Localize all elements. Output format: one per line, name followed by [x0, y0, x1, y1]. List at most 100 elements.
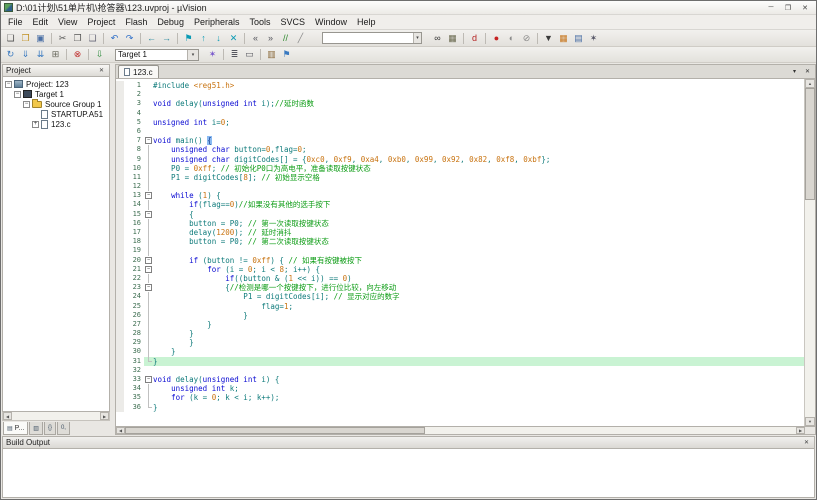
cut-icon[interactable]: ✂	[55, 32, 70, 45]
menu-item-help[interactable]: Help	[352, 15, 381, 29]
scroll-track[interactable]	[12, 412, 100, 420]
code-text[interactable]	[153, 90, 804, 99]
close-button[interactable]: ✕	[797, 2, 813, 13]
menu-item-flash[interactable]: Flash	[120, 15, 152, 29]
indent-right-icon[interactable]: »	[263, 32, 278, 45]
breakpoint-margin[interactable]	[116, 320, 124, 329]
breakpoint-margin[interactable]	[116, 173, 124, 182]
code-text[interactable]	[153, 109, 804, 118]
breakpoint-kill-icon[interactable]: ⊘	[519, 32, 534, 45]
tab-123c[interactable]: 123.c	[118, 65, 159, 78]
hscroll-thumb[interactable]	[125, 427, 425, 434]
code-text[interactable]: if(flag==0)//如果没有其他的选手按下	[153, 200, 804, 209]
code-text[interactable]: for (i = 0; i < 8; i++) {	[153, 265, 804, 274]
code-text[interactable]: {	[153, 210, 804, 219]
nav-forward-icon[interactable]: →	[159, 32, 174, 45]
code-text[interactable]: }	[153, 347, 804, 356]
code-text[interactable]: void delay(unsigned int i);//延时函数	[153, 99, 804, 108]
open-folder-icon[interactable]: ❒	[18, 32, 33, 45]
code-text[interactable]: void delay(unsigned int i) {	[153, 375, 804, 384]
code-text[interactable]: #include <reg51.h>	[153, 81, 804, 90]
manage-books-icon[interactable]: ▥	[264, 48, 279, 61]
minimize-button[interactable]: ─	[763, 2, 779, 13]
panel-tab-3[interactable]: 0,	[57, 422, 70, 435]
target-select[interactable]: Target 1 ▾	[115, 49, 199, 61]
code-text[interactable]: void main() {	[153, 136, 804, 145]
vscroll-track[interactable]	[805, 200, 815, 417]
memory-window-icon[interactable]: ▦	[556, 32, 571, 45]
fold-toggle-icon[interactable]: −	[145, 137, 152, 144]
tree-expander-icon[interactable]: −	[14, 91, 21, 98]
breakpoint-margin[interactable]	[116, 403, 124, 412]
editor-vscrollbar[interactable]: ▲ ▼	[804, 79, 815, 426]
breakpoint-margin[interactable]	[116, 302, 124, 311]
tree-item[interactable]: +123.c	[3, 119, 109, 129]
code-text[interactable]	[153, 182, 804, 191]
code-text[interactable]: unsigned char button=0,flag=0;	[153, 145, 804, 154]
rebuild-icon[interactable]: ⇊	[33, 48, 48, 61]
fold-toggle-icon[interactable]: −	[145, 211, 152, 218]
build-icon[interactable]: ⇓	[18, 48, 33, 61]
breakpoint-icon[interactable]: ●	[489, 32, 504, 45]
scroll-right-icon[interactable]: ▶	[100, 412, 109, 420]
bookmark-next-icon[interactable]: ↓	[211, 32, 226, 45]
fold-toggle-icon[interactable]: −	[145, 192, 152, 199]
copy-icon[interactable]: ❐	[70, 32, 85, 45]
menu-item-project[interactable]: Project	[82, 15, 120, 29]
tree-expander-icon[interactable]: −	[5, 81, 12, 88]
redo-icon[interactable]: ↷	[122, 32, 137, 45]
tree-item[interactable]: −Project: 123	[3, 79, 109, 89]
breakpoint-margin[interactable]	[116, 256, 124, 265]
tree-item[interactable]: −Target 1	[3, 89, 109, 99]
breakpoint-margin[interactable]	[116, 274, 124, 283]
code-text[interactable]: P0 = 0xff; // 初始化P0口为高电平，准备读取按键状态	[153, 164, 804, 173]
bookmark-icon[interactable]: ⚑	[181, 32, 196, 45]
breakpoint-margin[interactable]	[116, 118, 124, 127]
tree-item[interactable]: STARTUP.A51	[3, 109, 109, 119]
tab-close-icon[interactable]: ✕	[803, 67, 812, 76]
breakpoint-margin[interactable]	[116, 164, 124, 173]
breakpoint-margin[interactable]	[116, 99, 124, 108]
tree-expander-icon[interactable]: −	[23, 101, 30, 108]
breakpoint-margin[interactable]	[116, 182, 124, 191]
uncomment-icon[interactable]: ╱	[293, 32, 308, 45]
breakpoint-margin[interactable]	[116, 127, 124, 136]
menu-item-peripherals[interactable]: Peripherals	[189, 15, 245, 29]
indent-left-icon[interactable]: «	[248, 32, 263, 45]
scroll-right-icon[interactable]: ▶	[796, 427, 805, 434]
find-combo[interactable]: ▾	[322, 32, 422, 44]
tree-expander-icon[interactable]: +	[32, 121, 39, 128]
batch-build-icon[interactable]: ⊞	[48, 48, 63, 61]
code-text[interactable]: }	[153, 357, 804, 366]
code-text[interactable]: }	[153, 403, 804, 412]
breakpoint-margin[interactable]	[116, 109, 124, 118]
scroll-up-icon[interactable]: ▲	[805, 79, 815, 88]
undo-icon[interactable]: ↶	[107, 32, 122, 45]
bookmark-prev-icon[interactable]: ↑	[196, 32, 211, 45]
menu-item-edit[interactable]: Edit	[28, 15, 54, 29]
breakpoint-margin[interactable]	[116, 384, 124, 393]
watch-window-icon[interactable]: ▤	[571, 32, 586, 45]
breakpoint-margin[interactable]	[116, 357, 124, 366]
breakpoint-margin[interactable]	[116, 210, 124, 219]
code-text[interactable]: P1 = digitCodes[8]; // 初始显示空格	[153, 173, 804, 182]
code-text[interactable]: for (k = 0; k < i; k++);	[153, 393, 804, 402]
breakpoint-margin[interactable]	[116, 338, 124, 347]
file-extensions-icon[interactable]: ≣	[227, 48, 242, 61]
code-text[interactable]: button = P0; // 第一次读取按键状态	[153, 219, 804, 228]
paste-icon[interactable]: ❑	[85, 32, 100, 45]
find-icon[interactable]: ∞	[430, 32, 445, 45]
nav-back-icon[interactable]: ←	[144, 32, 159, 45]
code-text[interactable]: delay(1200); // 延时消抖	[153, 228, 804, 237]
project-panel-hscrollbar[interactable]: ◀ ▶	[2, 412, 110, 421]
tree-item[interactable]: −Source Group 1	[3, 99, 109, 109]
scroll-left-icon[interactable]: ◀	[3, 412, 12, 420]
vscroll-thumb[interactable]	[805, 88, 815, 200]
breakpoint-disable-icon[interactable]: ◐	[504, 32, 519, 45]
maximize-button[interactable]: ❐	[780, 2, 796, 13]
comment-icon[interactable]: //	[278, 32, 293, 45]
breakpoint-margin[interactable]	[116, 347, 124, 356]
project-window-icon[interactable]: ⚑	[279, 48, 294, 61]
code-text[interactable]: }	[153, 329, 804, 338]
breakpoint-margin[interactable]	[116, 311, 124, 320]
